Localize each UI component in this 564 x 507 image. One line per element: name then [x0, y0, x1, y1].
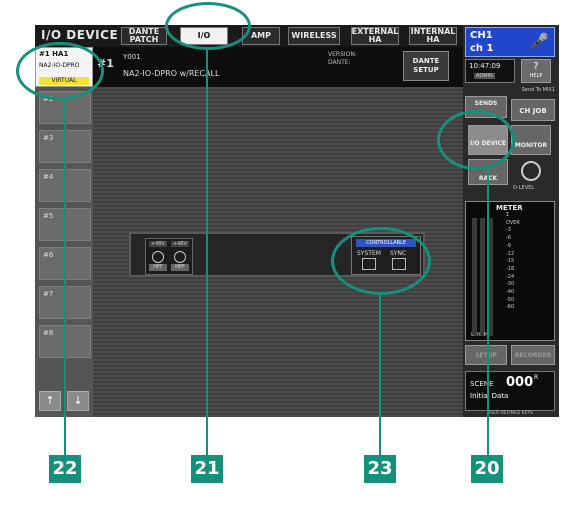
- callout-ring-22: [16, 42, 104, 100]
- send-to-label: Send To MIX1: [521, 87, 555, 93]
- meter-scale-label: -15: [506, 258, 515, 265]
- callout-ring-21: [165, 2, 251, 50]
- callout-badge-20: 20: [471, 455, 503, 483]
- setup-button[interactable]: SETUP: [465, 345, 507, 365]
- tab-external-ha[interactable]: EXTERNAL HA: [351, 27, 399, 45]
- meter-panel[interactable]: METER Σ OVER -3 -6 -9 -12 -15 -18 -24 -3…: [465, 201, 555, 341]
- callout-ring-23: [331, 227, 431, 295]
- meter-bar-l: [472, 218, 477, 336]
- dante-setup-button[interactable]: DANTE SETUP: [403, 51, 449, 81]
- channel-number: CH1: [470, 30, 493, 41]
- slot-label: #7: [43, 290, 54, 298]
- user-defined-keys-label: USER DEFINED KEYS: [486, 411, 534, 416]
- slot-label: #6: [43, 251, 54, 259]
- level-label: O-LEVEL: [513, 185, 535, 191]
- user-label: ADMIN: [474, 73, 495, 79]
- monitor-button[interactable]: MONITOR: [511, 125, 551, 155]
- callout-line-22: [64, 100, 66, 455]
- gain-knob-icon[interactable]: [152, 251, 164, 263]
- console-screen: I/O DEVICE DANTE PATCH I/O AMP WIRELESS …: [35, 25, 559, 417]
- help-icon: ?: [533, 61, 539, 72]
- channel-name: ch 1: [470, 43, 494, 54]
- phantom-label[interactable]: +48V: [171, 241, 189, 247]
- help-button[interactable]: ? HELP: [521, 59, 551, 83]
- scene-flag: R: [534, 374, 539, 381]
- hpf-button[interactable]: HPF: [171, 264, 189, 271]
- meter-channel-labels: L R M: [471, 332, 488, 338]
- callout-badge-21: 21: [191, 455, 223, 483]
- right-panel: CH1 ch 1 🎤 10:47:09 ADMIN ? HELP Send To …: [463, 25, 559, 417]
- scene-number: 000: [506, 375, 534, 390]
- scroll-up-button[interactable]: ↑: [39, 391, 61, 411]
- time-text: 10:47:09: [469, 62, 501, 70]
- screen-title: I/O DEVICE: [41, 28, 119, 42]
- meter-scale-label: -24: [506, 273, 515, 280]
- meter-channel-label: R: [476, 332, 481, 338]
- scene-display[interactable]: SCENE 000 R Initial Data: [465, 371, 555, 411]
- slot-label: #4: [43, 173, 54, 181]
- version-text: VERSION: DANTE:: [328, 51, 357, 66]
- clock-display[interactable]: 10:47:09 ADMIN: [465, 59, 515, 83]
- slot-label: #5: [43, 212, 54, 220]
- device-info-bar: #1 Y001 NA2-IO-DPRO w/RECALL VERSION: DA…: [93, 47, 463, 87]
- phantom-label[interactable]: +48V: [149, 241, 167, 247]
- meter-scale: Σ OVER -3 -6 -9 -12 -15 -18 -24 -30 -40 …: [506, 212, 520, 312]
- meter-scale-label: -30: [506, 281, 515, 288]
- meter-scale-label: -60: [506, 304, 515, 311]
- meter-scale-label: -9: [506, 242, 511, 249]
- hpf-button[interactable]: HPF: [149, 264, 167, 271]
- scroll-down-button[interactable]: ↓: [67, 391, 89, 411]
- device-name: NA2-IO-DPRO w/RECALL: [123, 69, 220, 78]
- meter-scale-label: -12: [506, 250, 515, 257]
- callout-ring-20: [437, 110, 515, 170]
- ch-job-button[interactable]: CH JOB: [511, 99, 555, 121]
- meter-channel-label: L: [471, 332, 474, 338]
- slot-label: #3: [43, 134, 54, 142]
- tab-wireless[interactable]: WIRELESS: [288, 27, 340, 45]
- meter-bar-r: [480, 218, 485, 336]
- gain-knob-icon[interactable]: [174, 251, 186, 263]
- preamp-section: +48V +48V HPF HPF: [145, 238, 193, 275]
- scene-label: SCENE: [470, 380, 494, 388]
- device-id: Y001: [123, 53, 141, 61]
- callout-line-20: [487, 170, 489, 455]
- meter-title: METER: [496, 204, 523, 212]
- meter-scale-label: -50: [506, 296, 515, 303]
- tab-dante-patch[interactable]: DANTE PATCH: [121, 27, 167, 45]
- callout-line-21: [206, 50, 208, 455]
- slot-label: #8: [43, 329, 54, 337]
- tab-internal-ha[interactable]: INTERNAL HA: [409, 27, 457, 45]
- level-knob-icon[interactable]: [521, 161, 541, 181]
- meter-scale-label: -6: [506, 235, 511, 242]
- microphone-icon: 🎤: [530, 32, 549, 50]
- callout-badge-22: 22: [49, 455, 81, 483]
- meter-scale-label: -40: [506, 289, 515, 296]
- help-label: HELP: [529, 73, 543, 79]
- recorder-button[interactable]: RECORDER: [511, 345, 555, 365]
- meter-scale-label: -3: [506, 227, 511, 234]
- meter-scale-label: Σ: [506, 212, 510, 218]
- meter-scale-label: OVER: [506, 219, 520, 226]
- callout-line-23: [379, 295, 381, 455]
- selected-channel-box[interactable]: CH1 ch 1 🎤: [465, 27, 555, 57]
- scene-name: Initial Data: [470, 392, 509, 400]
- callout-badge-23: 23: [364, 455, 396, 483]
- meter-scale-label: -18: [506, 265, 515, 272]
